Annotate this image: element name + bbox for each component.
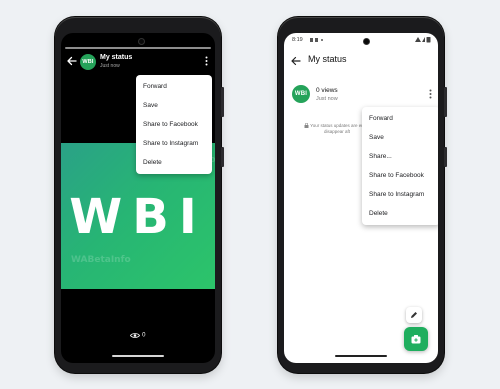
volume-button (444, 87, 447, 117)
volume-button (221, 87, 224, 117)
pencil-icon (411, 312, 417, 318)
signal-battery-icon (415, 37, 431, 43)
menu-item-delete[interactable]: Delete (362, 204, 438, 223)
front-camera (364, 39, 369, 44)
back-arrow-icon[interactable] (290, 55, 302, 67)
home-indicator (335, 355, 387, 357)
status-time: Just now (100, 63, 120, 69)
notice-line-2: disappear aft (324, 129, 351, 134)
menu-item-delete[interactable]: Delete (136, 153, 212, 172)
page-title: My status (308, 54, 347, 64)
left-screen: WBI My status Just now WABetaInfo WBI WA… (61, 33, 215, 363)
camera-plus-icon (411, 335, 421, 344)
status-options-menu: Forward Save Share... Share to Facebook … (362, 107, 438, 225)
clock: 8:19 (292, 37, 303, 43)
right-screen: 8:19 My status WBI 0 views Just now Your… (284, 33, 438, 363)
camera-status-button[interactable] (404, 327, 428, 351)
front-camera (139, 39, 144, 44)
power-button (444, 147, 447, 167)
menu-item-share-facebook[interactable]: Share to Facebook (362, 166, 438, 185)
more-options-icon[interactable] (205, 56, 208, 66)
avatar: WBI (292, 85, 310, 103)
left-phone: WBI My status Just now WABetaInfo WBI WA… (55, 17, 224, 373)
home-indicator (112, 355, 164, 357)
menu-item-share-instagram[interactable]: Share to Instagram (136, 134, 212, 153)
right-phone: 8:19 My status WBI 0 views Just now Your… (278, 17, 447, 373)
status-bar: 8:19 (284, 33, 438, 47)
menu-item-save[interactable]: Save (136, 96, 212, 115)
text-status-button[interactable] (406, 307, 422, 323)
avatar: WBI (80, 54, 96, 70)
menu-item-forward[interactable]: Forward (136, 77, 212, 96)
page-title: My status (100, 54, 133, 61)
menu-item-save[interactable]: Save (362, 128, 438, 147)
app-header: My status (284, 49, 438, 73)
my-status-row[interactable]: WBI 0 views Just now (284, 81, 438, 107)
back-arrow-icon[interactable] (66, 55, 78, 67)
views-count: 0 views (316, 87, 338, 94)
notice-line-1: Your status updates are en (310, 123, 364, 128)
encryption-notice: Your status updates are en disappear aft (304, 123, 364, 135)
wbi-logo: WBI (69, 189, 207, 245)
eye-icon (130, 333, 141, 338)
menu-item-forward[interactable]: Forward (362, 109, 438, 128)
views-count: 0 (142, 332, 146, 339)
status-viewer-header: WBI My status Just now (61, 51, 215, 73)
menu-item-share-facebook[interactable]: Share to Facebook (136, 115, 212, 134)
status-options-menu: Forward Save Share to Facebook Share to … (136, 75, 212, 174)
status-progress-bar (65, 47, 211, 49)
views-indicator[interactable]: 0 (61, 332, 215, 339)
more-options-icon[interactable] (429, 89, 432, 99)
notification-icons (310, 38, 323, 42)
menu-item-share[interactable]: Share... (362, 147, 438, 166)
watermark: WABetaInfo (71, 255, 131, 265)
power-button (221, 147, 224, 167)
menu-item-share-instagram[interactable]: Share to Instagram (362, 185, 438, 204)
lock-icon (304, 123, 309, 129)
status-time: Just now (316, 96, 338, 102)
